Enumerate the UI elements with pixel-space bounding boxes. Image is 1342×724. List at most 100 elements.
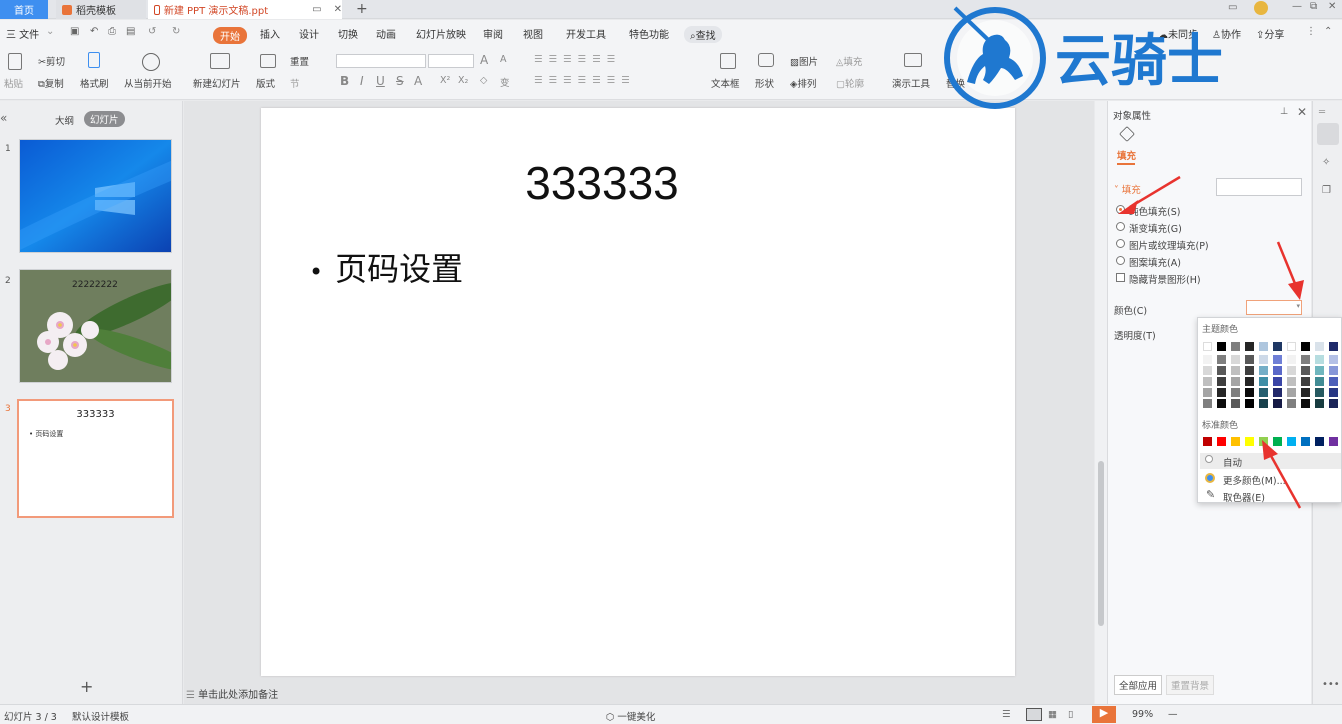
theme-color-swatch[interactable] xyxy=(1301,399,1310,408)
panel-header[interactable]: 对象属性 xyxy=(1113,108,1151,122)
panel-close-icon[interactable]: ✕ xyxy=(1297,105,1307,119)
standard-color-swatch[interactable] xyxy=(1301,437,1310,446)
reading-view-icon[interactable]: ▯ xyxy=(1068,709,1073,720)
outline-button[interactable]: ▢轮廓 xyxy=(836,76,864,90)
presentation-tools-icon[interactable] xyxy=(904,53,922,67)
format-painter-icon[interactable] xyxy=(88,52,100,68)
theme-color-swatch[interactable] xyxy=(1301,366,1310,375)
sorter-view-icon[interactable]: ▦ xyxy=(1048,709,1057,720)
theme-color-swatch[interactable] xyxy=(1273,342,1282,351)
theme-color-swatch[interactable] xyxy=(1245,377,1254,386)
presentation-tools-button[interactable]: 演示工具 xyxy=(892,76,930,90)
superscript-icon[interactable]: X² xyxy=(440,75,450,86)
subscript-icon[interactable]: X₂ xyxy=(458,75,468,86)
avatar[interactable] xyxy=(1254,1,1268,15)
layout-button[interactable]: 版式 xyxy=(256,76,275,90)
auto-color-option[interactable]: 自动 xyxy=(1200,453,1341,469)
theme-color-swatch[interactable] xyxy=(1245,399,1254,408)
align-tools[interactable]: ☰☰☰☰☰☰☰ xyxy=(534,75,636,86)
theme-color-swatch[interactable] xyxy=(1301,377,1310,386)
theme-color-swatch[interactable] xyxy=(1287,366,1296,375)
theme-color-swatch[interactable] xyxy=(1259,342,1268,351)
slide-thumbnail-2[interactable]: 22222222 xyxy=(19,269,172,383)
normal-view-icon[interactable] xyxy=(1026,708,1042,721)
fill-tab[interactable]: 填充 xyxy=(1117,148,1136,162)
font-grow-icon[interactable]: A xyxy=(480,53,488,67)
theme-color-swatch[interactable] xyxy=(1217,342,1226,351)
zoom-out-icon[interactable]: — xyxy=(1168,709,1178,720)
tab-outline[interactable]: 大纲 xyxy=(55,113,74,127)
play-icon[interactable] xyxy=(142,53,160,71)
reset-button[interactable]: 重置 xyxy=(290,54,309,68)
clear-format-icon[interactable]: ◇ xyxy=(480,75,487,86)
theme-color-swatch[interactable] xyxy=(1287,377,1296,386)
theme-color-swatch[interactable] xyxy=(1231,377,1240,386)
restore-icon[interactable]: ⧉ xyxy=(1310,1,1317,12)
design-template-label[interactable]: 默认设计模板 xyxy=(72,709,129,723)
slideshow-play-icon[interactable]: ▶ xyxy=(1092,706,1116,723)
current-slide[interactable]: 333333 • 页码设置 xyxy=(261,108,1015,676)
from-current-button[interactable]: 从当前开始 xyxy=(124,76,172,90)
theme-color-swatch[interactable] xyxy=(1273,366,1282,375)
radio-solid-fill[interactable] xyxy=(1116,205,1125,214)
slide-title[interactable]: 333333 xyxy=(261,156,943,210)
new-slide-button[interactable]: 新建幻灯片 xyxy=(193,76,241,90)
tab-template[interactable]: 稻壳模板 xyxy=(56,0,146,19)
theme-color-swatch[interactable] xyxy=(1259,388,1268,397)
menu-view[interactable]: 视图 xyxy=(523,26,543,41)
theme-color-swatch[interactable] xyxy=(1329,377,1338,386)
theme-color-swatch[interactable] xyxy=(1203,399,1212,408)
theme-color-swatch[interactable] xyxy=(1273,388,1282,397)
theme-color-swatch[interactable] xyxy=(1315,355,1324,364)
standard-color-swatch[interactable] xyxy=(1329,437,1338,446)
theme-color-swatch[interactable] xyxy=(1287,342,1296,351)
standard-color-swatch[interactable] xyxy=(1273,437,1282,446)
save-icon[interactable]: ▣ xyxy=(70,26,79,37)
theme-color-swatch[interactable] xyxy=(1329,366,1338,375)
label-gradient-fill[interactable]: 渐变填充(G) xyxy=(1129,221,1182,235)
theme-color-swatch[interactable] xyxy=(1203,366,1212,375)
format-painter-button[interactable]: 格式刷 xyxy=(80,76,109,90)
theme-color-swatch[interactable] xyxy=(1245,342,1254,351)
theme-color-swatch[interactable] xyxy=(1217,355,1226,364)
tab-home[interactable]: 首页 xyxy=(0,0,48,19)
fill-bucket-tab-icon[interactable] xyxy=(1119,126,1135,142)
menu-developer[interactable]: 开发工具 xyxy=(566,26,606,41)
theme-color-swatch[interactable] xyxy=(1231,366,1240,375)
standard-color-swatch[interactable] xyxy=(1287,437,1296,446)
menu-design[interactable]: 设计 xyxy=(299,26,319,41)
standard-color-swatch[interactable] xyxy=(1203,437,1212,446)
tab-slides[interactable]: 幻灯片 xyxy=(84,111,125,127)
close-icon[interactable]: ✕ xyxy=(1328,1,1336,12)
theme-color-swatch[interactable] xyxy=(1259,366,1268,375)
preview-icon[interactable]: ▤ xyxy=(126,26,135,37)
theme-color-swatch[interactable] xyxy=(1329,342,1338,351)
menu-review[interactable]: 审阅 xyxy=(483,26,503,41)
theme-color-swatch[interactable] xyxy=(1203,388,1212,397)
copy-button[interactable]: ⧉复制 xyxy=(38,76,64,90)
print-icon[interactable]: ⎙ xyxy=(108,26,116,37)
font-color-icon[interactable]: A xyxy=(414,74,422,88)
arrange-button[interactable]: ◈排列 xyxy=(790,76,816,90)
theme-color-swatch[interactable] xyxy=(1315,342,1324,351)
collapse-pane-icon[interactable]: « xyxy=(0,111,7,125)
theme-color-swatch[interactable] xyxy=(1329,355,1338,364)
italic-icon[interactable]: I xyxy=(360,74,364,88)
theme-color-swatch[interactable] xyxy=(1301,342,1310,351)
cut-button[interactable]: ✂剪切 xyxy=(38,54,65,68)
layers-icon[interactable]: ❐ xyxy=(1322,185,1331,196)
radio-pattern-fill[interactable] xyxy=(1116,256,1125,265)
theme-color-swatch[interactable] xyxy=(1259,355,1268,364)
standard-color-swatch[interactable] xyxy=(1315,437,1324,446)
shape-icon[interactable] xyxy=(758,53,774,67)
label-pattern-fill[interactable]: 图案填充(A) xyxy=(1129,255,1181,269)
paragraph-tools[interactable]: ☰☰☰☰☰☰ xyxy=(534,54,621,65)
tab-document[interactable]: 新建 PPT 演示文稿.ppt ▭ ✕ xyxy=(148,0,342,19)
theme-color-swatch[interactable] xyxy=(1259,399,1268,408)
beautify-button[interactable]: ⬡ 一键美化 xyxy=(606,709,655,723)
undo-icon[interactable]: ↶ xyxy=(90,26,98,37)
font-shrink-icon[interactable]: A xyxy=(500,54,507,65)
notes-field[interactable]: ☰ 单击此处添加备注 xyxy=(186,686,278,701)
standard-color-swatch[interactable] xyxy=(1245,437,1254,446)
theme-color-swatch[interactable] xyxy=(1287,355,1296,364)
